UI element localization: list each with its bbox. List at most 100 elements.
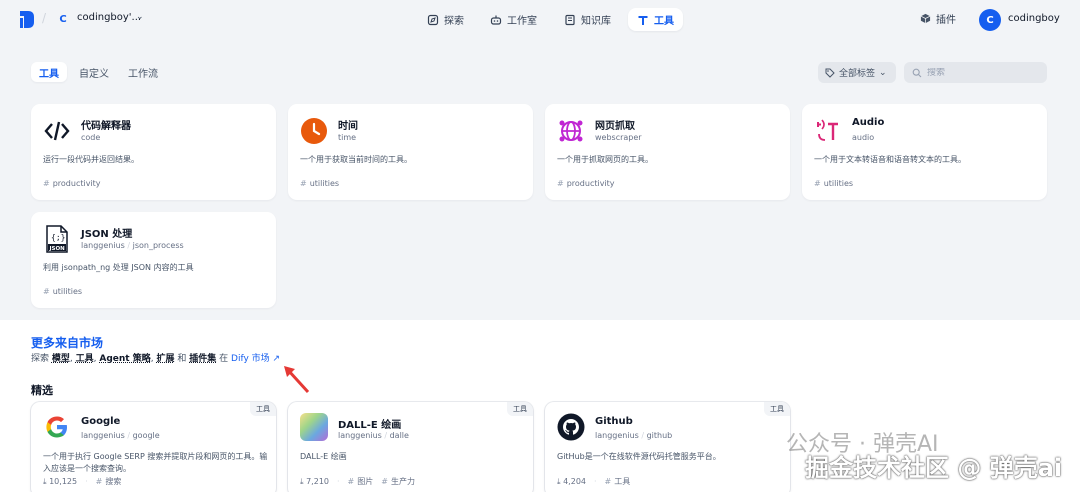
plugin-name: DALL-E 绘画 bbox=[338, 420, 402, 431]
tag-filter-dropdown[interactable]: 全部标签 ⌄ bbox=[818, 62, 896, 83]
cube-icon bbox=[920, 13, 931, 24]
audio-icon bbox=[814, 117, 842, 145]
tool-slug: code bbox=[81, 133, 101, 142]
marketplace-explore-line: 探索 模型, 工具, Agent 策略, 扩展 和 插件集 在 Dify 市场 … bbox=[31, 354, 281, 364]
market-word-tools[interactable]: 工具 bbox=[76, 354, 94, 364]
market-card-dalle[interactable]: 工具 DALL-E 绘画 langgenius / dalle DALL-E 绘… bbox=[288, 402, 533, 492]
plugin-tag: # 生产力 bbox=[381, 477, 415, 486]
workspace-name[interactable]: codingboy'... bbox=[77, 12, 141, 23]
tool-description: 一个用于文本转语音和语音转文本的工具。 bbox=[814, 155, 966, 164]
tool-description: 利用 jsonpath_ng 处理 JSON 内容的工具 bbox=[43, 263, 194, 272]
plugin-tag: # 工具 bbox=[604, 477, 631, 486]
breadcrumb-separator: / bbox=[42, 11, 47, 25]
tool-tag: # productivity bbox=[43, 179, 101, 188]
plugin-meta: ⤓ 4,204 · # 工具 bbox=[557, 476, 631, 487]
code-icon bbox=[43, 117, 71, 145]
web-icon bbox=[557, 117, 585, 145]
tool-description: 一个用于获取当前时间的工具。 bbox=[300, 155, 412, 164]
market-word-extensions[interactable]: 扩展 bbox=[156, 354, 174, 364]
tool-card-time[interactable]: 时间 time 一个用于获取当前时间的工具。 # utilities bbox=[288, 104, 533, 200]
book-icon bbox=[565, 14, 575, 25]
download-icon: ⤓ bbox=[43, 476, 47, 486]
nav-studio-label: 工作室 bbox=[507, 16, 537, 27]
plugin-meta: ⤓ 10,125 · # 搜索 bbox=[43, 476, 122, 487]
dify-marketplace-link[interactable]: Dify 市场 ↗ bbox=[231, 354, 280, 364]
tool-card-json[interactable]: {;} JSON JSON 处理 langgenius / json_proces… bbox=[31, 212, 276, 308]
plugin-tag: # 搜索 bbox=[95, 477, 122, 486]
tab-tools[interactable]: 工具 bbox=[31, 62, 67, 82]
plugin-tag: # 图片 bbox=[347, 477, 374, 486]
tool-description: 一个用于抓取网页的工具。 bbox=[557, 155, 653, 164]
workspace-avatar[interactable]: C bbox=[56, 12, 70, 26]
market-word-models[interactable]: 模型 bbox=[52, 354, 70, 364]
nav-knowledge[interactable]: 知识库 bbox=[555, 8, 620, 31]
json-icon: {;} JSON bbox=[43, 225, 71, 253]
market-word-agent[interactable]: Agent 策略 bbox=[99, 354, 150, 364]
svg-text:JSON: JSON bbox=[49, 246, 66, 252]
market-card-github[interactable]: 工具 Github langgenius / github GitHub是一个在… bbox=[545, 402, 790, 492]
tool-card-webscraper[interactable]: 网页抓取 webscraper 一个用于抓取网页的工具。 # productivi… bbox=[545, 104, 790, 200]
user-avatar[interactable]: C bbox=[979, 9, 1001, 31]
tool-tag: # utilities bbox=[43, 287, 83, 296]
marketplace-title: 更多来自市场 bbox=[31, 336, 104, 350]
plugin-meta: ⤓ 7,210 · # 图片 # 生产力 bbox=[300, 476, 415, 487]
market-word-bundles[interactable]: 插件集 bbox=[189, 354, 216, 364]
chevron-down-icon: ⌄ bbox=[879, 67, 887, 78]
install-count: ⤓ 7,210 bbox=[300, 476, 329, 486]
featured-heading: 精选 bbox=[31, 384, 53, 397]
download-icon: ⤓ bbox=[557, 476, 561, 486]
watermark-line-2: 掘金技术社区 @ 弹壳ai bbox=[805, 454, 1063, 482]
plugin-label: 插件 bbox=[936, 15, 956, 26]
tool-name: 时间 bbox=[338, 121, 358, 132]
clock-icon bbox=[300, 117, 328, 145]
nav-tools-label: 工具 bbox=[654, 16, 674, 27]
search-icon bbox=[912, 68, 922, 77]
user-name[interactable]: codingboy bbox=[1008, 13, 1060, 24]
tool-name: Audio bbox=[852, 117, 885, 128]
robot-icon bbox=[490, 15, 502, 25]
tool-tag: # utilities bbox=[300, 179, 340, 188]
nav-knowledge-label: 知识库 bbox=[581, 16, 611, 27]
tag-icon bbox=[825, 68, 835, 78]
tool-name: 代码解释器 bbox=[81, 121, 131, 132]
plugin-name: Github bbox=[595, 416, 633, 427]
nav-studio[interactable]: 工作室 bbox=[481, 8, 546, 31]
svg-text:{;}: {;} bbox=[51, 233, 65, 242]
install-count: ⤓ 10,125 bbox=[43, 476, 78, 486]
plugin-author-slug: langgenius / dalle bbox=[338, 431, 409, 440]
tool-slug: webscraper bbox=[595, 133, 642, 142]
nav-explore-label: 探索 bbox=[444, 16, 464, 27]
market-card-google[interactable]: 工具 Google langgenius / google 一个用于执行 Goo… bbox=[31, 402, 276, 492]
search-input[interactable] bbox=[927, 67, 1037, 78]
tool-tag: # productivity bbox=[557, 179, 615, 188]
github-icon bbox=[557, 413, 585, 441]
nav-tools[interactable]: 工具 bbox=[628, 8, 683, 31]
type-badge: 工具 bbox=[250, 402, 276, 416]
tool-card-audio[interactable]: Audio audio 一个用于文本转语音和语音转文本的工具。 # utiliti… bbox=[802, 104, 1047, 200]
plugin-button[interactable]: 插件 bbox=[920, 11, 956, 26]
dify-logo-icon[interactable] bbox=[20, 11, 34, 28]
tool-name: JSON 处理 bbox=[81, 229, 133, 240]
search-box[interactable] bbox=[904, 62, 1047, 83]
plugin-description: DALL-E 绘画 bbox=[300, 452, 347, 461]
tool-slug: time bbox=[338, 133, 357, 142]
top-bar: / C codingboy'... ⌄ 探索 工作室 知识库 工具 插件 C c… bbox=[0, 0, 1080, 40]
compass-icon bbox=[427, 14, 439, 25]
tag-filter-label: 全部标签 bbox=[839, 69, 876, 79]
dalle-icon bbox=[300, 413, 328, 441]
red-arrow-annotation bbox=[284, 366, 310, 394]
tool-slug: audio bbox=[852, 133, 875, 142]
tool-description: 运行一段代码并返回结果。 bbox=[43, 155, 139, 164]
tab-custom[interactable]: 自定义 bbox=[71, 62, 117, 82]
tool-t-icon bbox=[638, 15, 648, 25]
nav-explore[interactable]: 探索 bbox=[418, 8, 473, 31]
plugin-description: GitHub是一个在线软件源代码托管服务平台。 bbox=[557, 452, 721, 461]
tool-tag: # utilities bbox=[814, 179, 854, 188]
tool-card-code[interactable]: 代码解释器 code 运行一段代码并返回结果。 # productivity bbox=[31, 104, 276, 200]
install-count: ⤓ 4,204 bbox=[557, 476, 586, 486]
type-badge: 工具 bbox=[764, 402, 790, 416]
tool-name: 网页抓取 bbox=[595, 121, 635, 132]
chevron-down-icon[interactable]: ⌄ bbox=[136, 12, 144, 22]
tab-workflow[interactable]: 工作流 bbox=[120, 62, 166, 82]
download-icon: ⤓ bbox=[300, 476, 304, 486]
